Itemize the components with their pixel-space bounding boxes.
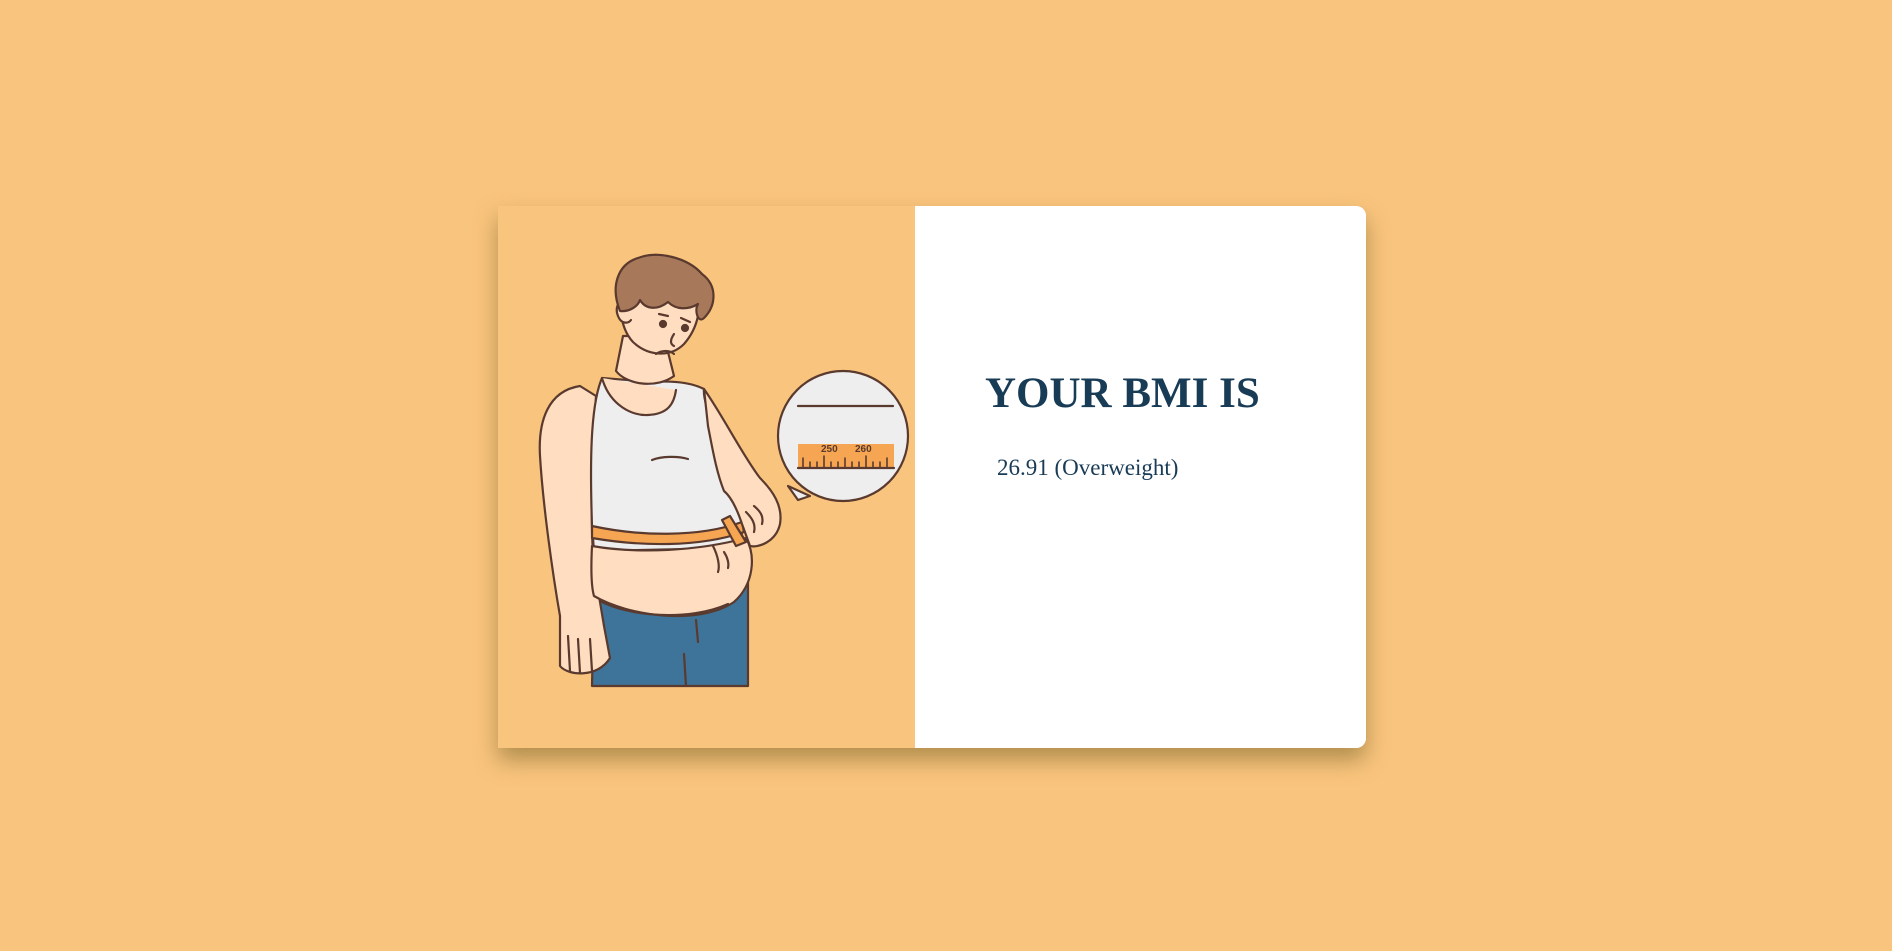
tape-label-250: 250 xyxy=(821,444,838,455)
tape-label-260: 260 xyxy=(855,444,872,455)
bmi-result-card: 250 260 YOUR BMI IS 26.91 (Overweight) xyxy=(498,206,1366,748)
result-title: YOUR BMI IS xyxy=(985,370,1260,417)
illustration-panel: 250 260 xyxy=(498,206,915,748)
bmi-value: 26.91 (Overweight) xyxy=(997,455,1179,480)
man-measuring-waist-illustration: 250 260 xyxy=(538,253,910,688)
result-panel: YOUR BMI IS 26.91 (Overweight) xyxy=(915,206,1366,748)
